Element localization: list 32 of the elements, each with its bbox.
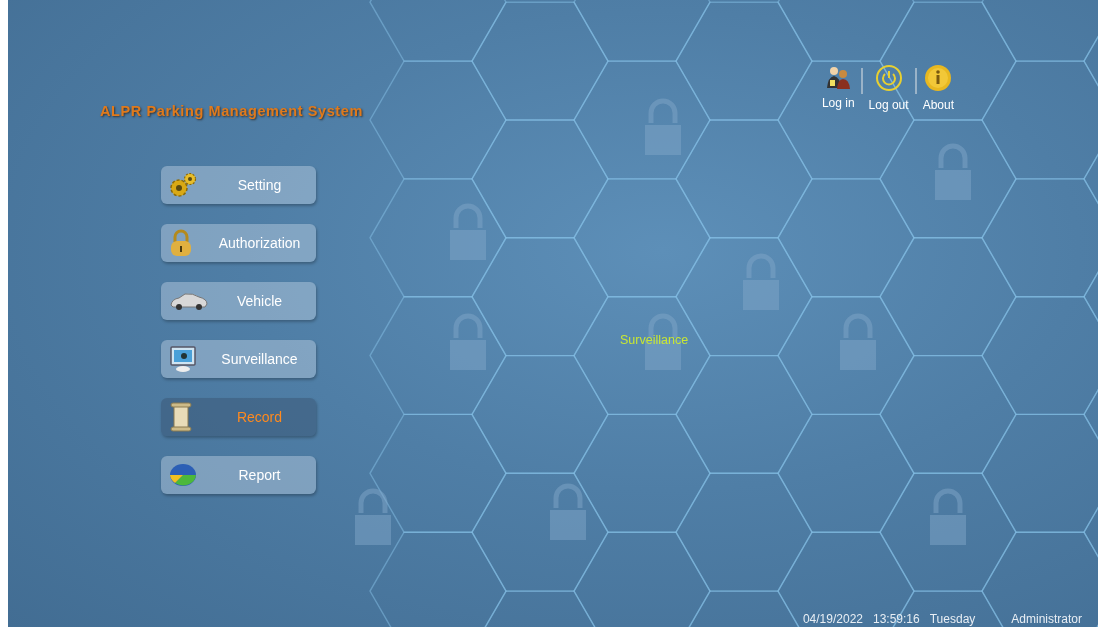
menu-button[interactable]: Vehicle [161, 282, 316, 320]
menu-button[interactable]: Report [161, 456, 316, 494]
menu-button[interactable]: Surveillance [161, 340, 316, 378]
status-time: 13:59:16 [873, 612, 920, 626]
pie-chart-icon [169, 463, 197, 487]
app-title: ALPR Parking Management System [100, 103, 363, 119]
menu-button[interactable]: Record [161, 398, 316, 436]
gears-icon [169, 172, 197, 198]
power-icon [874, 64, 903, 92]
status-weekday: Tuesday [929, 612, 976, 626]
top-action-button[interactable]: About [918, 64, 958, 112]
padlock-icon [645, 98, 681, 155]
padlock-icon [169, 229, 193, 257]
padlock-icon [550, 483, 586, 540]
menu-button[interactable]: Authorization [161, 224, 316, 262]
users-icon [825, 64, 852, 90]
hover-label: Surveillance [620, 333, 689, 347]
padlock-icon [930, 488, 966, 545]
top-action-button[interactable]: Log in [817, 64, 859, 110]
monitor-icon [169, 345, 197, 373]
scroll-icon [169, 402, 193, 432]
padlock-icon [840, 313, 876, 370]
padlock-icon [450, 313, 486, 370]
status-user: Administrator [1011, 612, 1082, 626]
padlock-icon [450, 203, 486, 260]
menu-button[interactable]: Setting [161, 166, 316, 204]
info-icon [924, 64, 953, 92]
status-date: 04/19/2022 [802, 612, 863, 626]
padlock-icon [935, 143, 971, 200]
top-action-button[interactable]: Log out [864, 64, 913, 112]
car-icon [169, 291, 209, 311]
padlock-icon [355, 488, 391, 545]
